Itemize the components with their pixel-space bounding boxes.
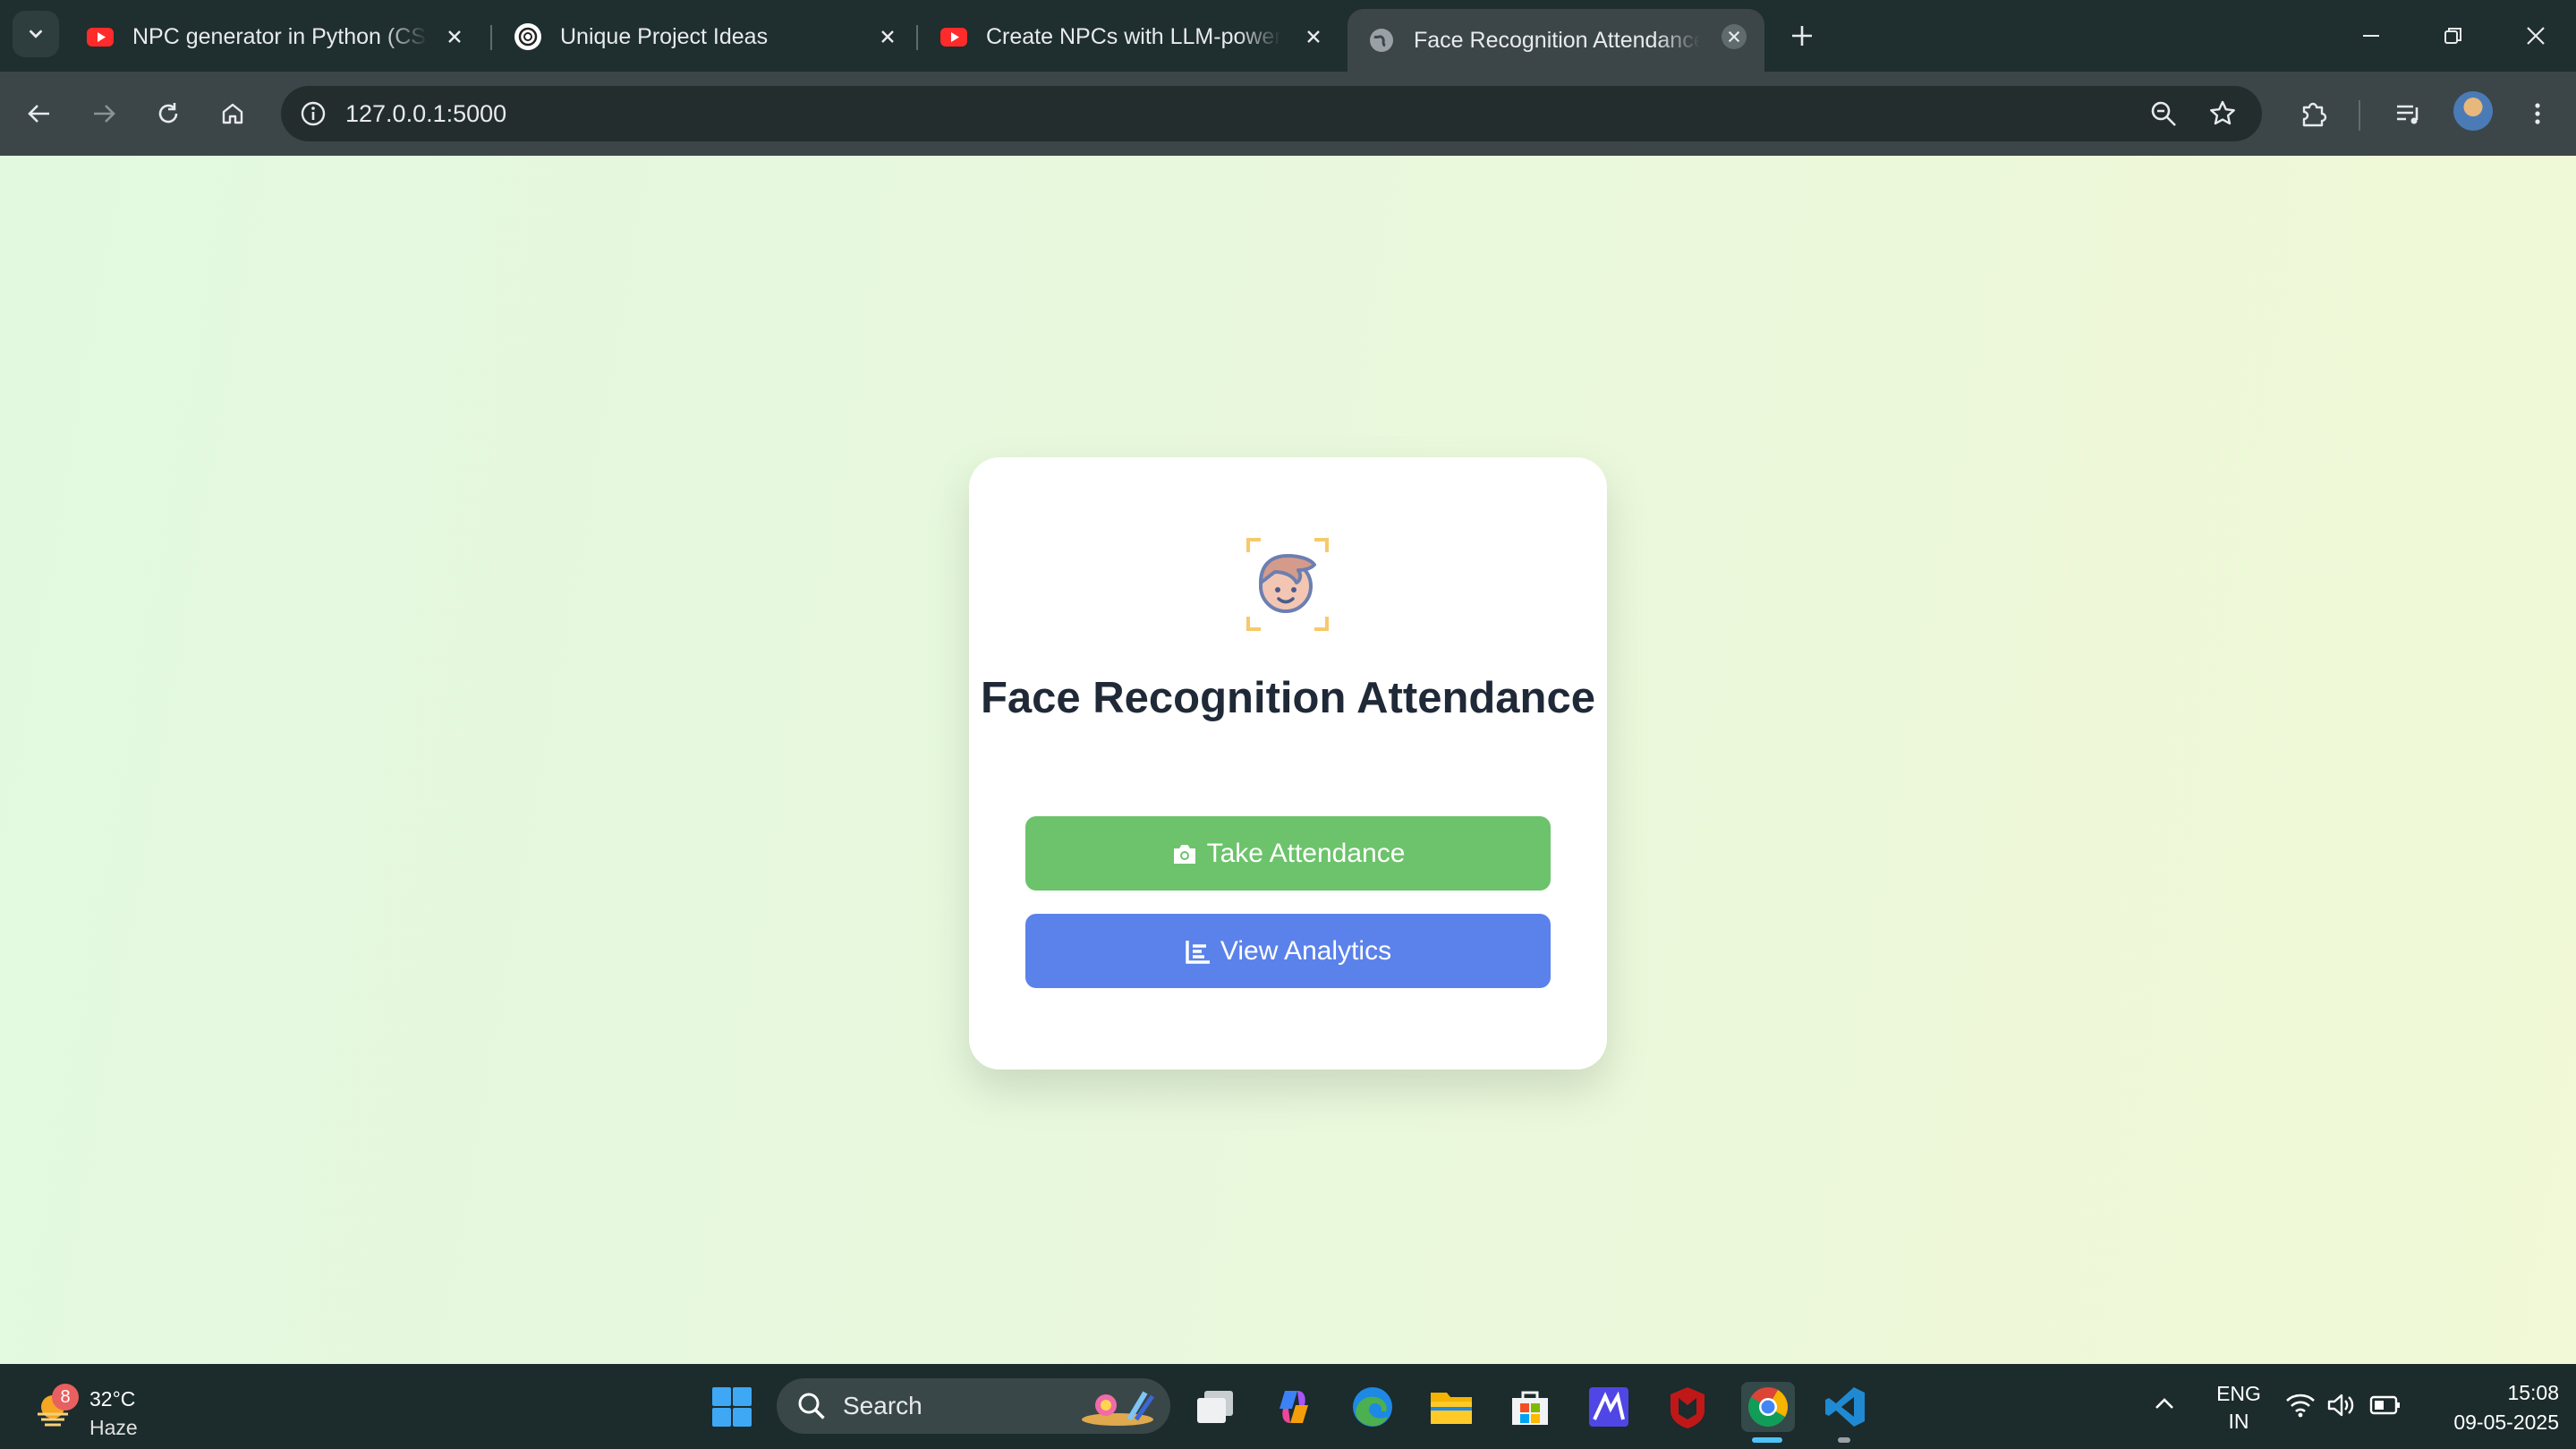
page-viewport: Face Recognition Attendance Take Attenda… (0, 156, 2576, 1364)
weather-widget[interactable]: 8 32°C Haze (30, 1378, 174, 1439)
language-code: ENG (2216, 1382, 2261, 1405)
windows-icon (712, 1387, 752, 1427)
close-tab-icon[interactable] (442, 24, 467, 49)
system-clock[interactable]: 15:08 09-05-2025 (2416, 1378, 2559, 1437)
chevron-up-icon (2155, 1398, 2173, 1409)
tab-title: Face Recognition Attendance Sy (1414, 27, 1700, 53)
edge-icon[interactable] (1348, 1382, 1398, 1432)
media-controls-icon[interactable] (2387, 92, 2430, 135)
tab-create-npcs[interactable]: Create NPCs with LLM-powered (920, 9, 1344, 64)
home-button[interactable] (211, 92, 254, 135)
minimize-button[interactable] (2350, 16, 2393, 55)
attendance-card: Face Recognition Attendance Take Attenda… (969, 457, 1607, 1070)
tab-separator (490, 25, 492, 50)
extensions-icon[interactable] (2292, 92, 2335, 135)
close-icon (2527, 27, 2545, 45)
chevron-down-icon (29, 30, 43, 38)
start-button[interactable] (707, 1382, 757, 1432)
close-tab-icon[interactable] (875, 24, 900, 49)
taskbar-search[interactable]: Search (777, 1378, 1170, 1434)
clock-time: 15:08 (2507, 1381, 2559, 1404)
tab-search-button[interactable] (13, 11, 59, 57)
show-hidden-icons[interactable] (2151, 1391, 2178, 1422)
chart-icon (1186, 940, 1210, 964)
chatgpt-icon (514, 23, 541, 50)
weather-condition: Haze (89, 1416, 138, 1439)
globe-icon (1370, 29, 1393, 52)
notification-badge: 8 (52, 1384, 79, 1411)
tab-unique-project-ideas[interactable]: Unique Project Ideas (494, 9, 918, 64)
reload-icon (158, 103, 178, 124)
home-icon (222, 103, 243, 124)
microsoft-store-icon[interactable] (1505, 1382, 1555, 1432)
camera-icon (1173, 844, 1195, 864)
chrome-active-indicator (1752, 1437, 1782, 1443)
browser-toolbar: 127.0.0.1:5000 (0, 72, 2576, 156)
minimize-icon (2363, 35, 2379, 37)
battery-icon[interactable] (2369, 1394, 2402, 1420)
profile-avatar[interactable] (2453, 91, 2493, 131)
tab-npc-generator[interactable]: NPC generator in Python (CS50 (66, 9, 485, 64)
task-view-icon[interactable] (1190, 1382, 1240, 1432)
restore-icon (2444, 28, 2461, 44)
tab-separator (916, 25, 918, 50)
page-title: Face Recognition Attendance (980, 674, 1595, 722)
site-info-icon[interactable] (295, 96, 331, 132)
copilot-icon[interactable] (1269, 1382, 1319, 1432)
close-window-button[interactable] (2514, 16, 2557, 55)
volume-icon[interactable] (2326, 1393, 2355, 1422)
search-highlight-icon (1082, 1391, 1155, 1426)
vscode-icon[interactable] (1820, 1382, 1870, 1432)
tab-title: Create NPCs with LLM-powered (986, 23, 1281, 49)
mcafee-icon[interactable] (1662, 1382, 1713, 1432)
arrow-right-icon (94, 105, 115, 123)
search-label: Search (843, 1392, 922, 1419)
view-analytics-button[interactable]: View Analytics (1025, 914, 1551, 988)
youtube-icon (940, 28, 967, 47)
view-analytics-label: View Analytics (1220, 935, 1392, 966)
take-attendance-button[interactable]: Take Attendance (1025, 816, 1551, 891)
region-code: IN (2228, 1410, 2249, 1433)
url-text[interactable]: 127.0.0.1:5000 (345, 100, 506, 128)
chrome-icon[interactable] (1741, 1382, 1795, 1432)
toolbar-divider (2359, 100, 2360, 131)
app-icon[interactable] (1584, 1382, 1634, 1432)
address-bar[interactable]: 127.0.0.1:5000 (281, 86, 2262, 141)
language-indicator[interactable]: ENG IN (2212, 1380, 2266, 1436)
clock-date: 09-05-2025 (2453, 1411, 2559, 1434)
close-tab-icon[interactable] (1722, 24, 1747, 49)
tab-title: Unique Project Ideas (560, 23, 769, 49)
menu-button[interactable] (2516, 92, 2559, 135)
weather-temperature: 32°C (89, 1387, 136, 1411)
kebab-menu-icon (2535, 103, 2540, 124)
reload-button[interactable] (147, 92, 190, 135)
forward-button[interactable] (82, 92, 125, 135)
arrow-left-icon (28, 105, 49, 123)
search-icon (798, 1393, 825, 1419)
tab-title: NPC generator in Python (CS50 (132, 23, 428, 49)
close-tab-icon[interactable] (1301, 24, 1326, 49)
wifi-icon[interactable] (2285, 1393, 2316, 1422)
file-explorer-icon[interactable] (1426, 1382, 1476, 1432)
bookmark-star-icon[interactable] (2203, 94, 2242, 133)
vscode-open-indicator (1838, 1437, 1850, 1443)
tab-strip: NPC generator in Python (CS50 Unique Pro… (0, 0, 2576, 72)
zoom-icon[interactable] (2144, 94, 2183, 133)
youtube-icon (87, 28, 114, 47)
tab-face-recognition[interactable]: Face Recognition Attendance Sy (1348, 9, 1764, 72)
back-button[interactable] (18, 92, 61, 135)
plus-icon (1792, 26, 1812, 46)
windows-taskbar: 8 32°C Haze Search ENG IN 15:08 09-05-20… (0, 1364, 2576, 1449)
take-attendance-label: Take Attendance (1206, 838, 1406, 868)
new-tab-button[interactable] (1784, 18, 1820, 54)
restore-button[interactable] (2432, 16, 2475, 55)
face-recognition-icon (1246, 538, 1329, 631)
